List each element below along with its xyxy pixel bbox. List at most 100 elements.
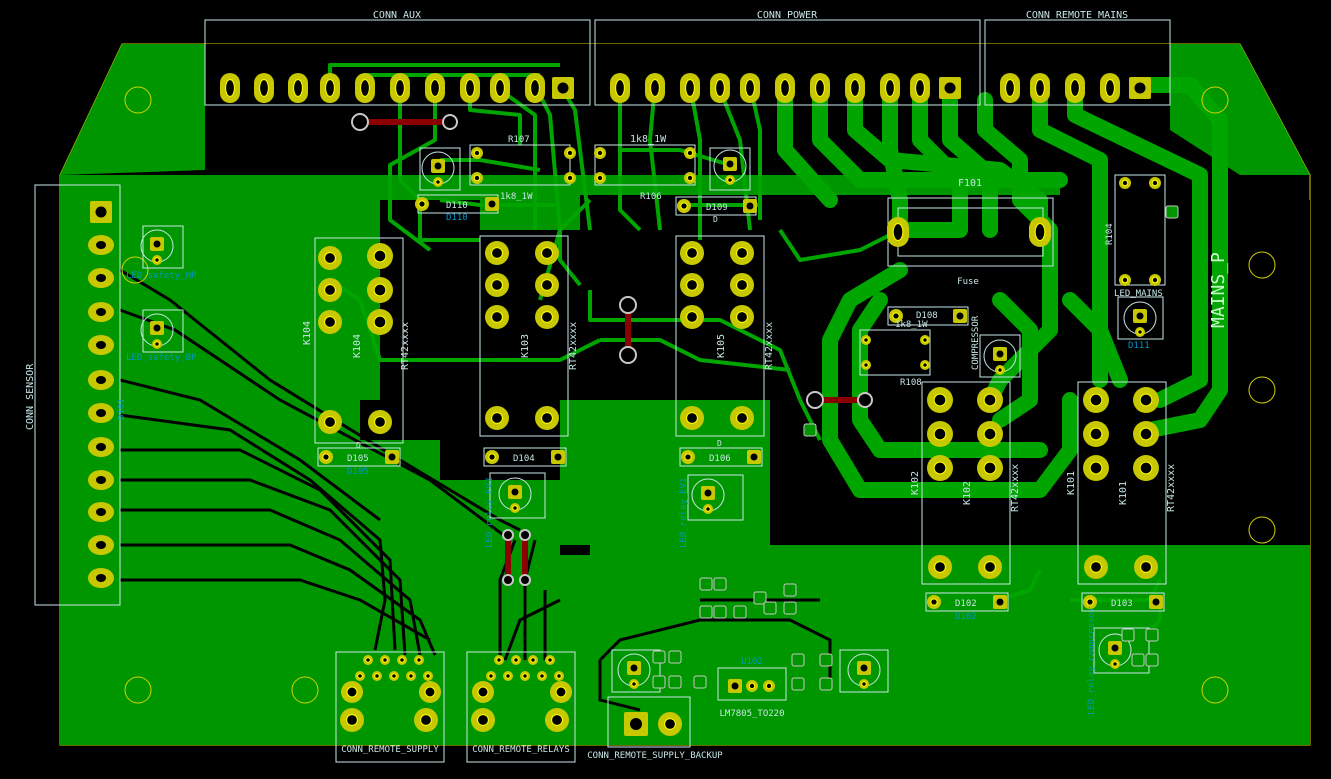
led-mains-cathode [1135, 327, 1145, 337]
led-supply-anode-drill [630, 664, 638, 672]
k101-pad-drill [1089, 461, 1103, 475]
smd-pad-copper [652, 650, 666, 664]
supply-shield-drill [424, 686, 436, 698]
diode-pad-drill [488, 453, 496, 461]
smd-pad [1131, 653, 1145, 667]
diode-pad-drill [680, 202, 688, 210]
k104-pad [367, 277, 393, 303]
sensor-pad [88, 268, 114, 288]
power-pad [740, 73, 760, 103]
smd-pad [668, 675, 682, 689]
led-relay-ev1-cathode [703, 504, 713, 514]
fuse-pad-drill [1034, 223, 1046, 241]
backup-pad [658, 712, 682, 736]
diode-pad-drill [1152, 598, 1160, 606]
smd-pad [783, 583, 797, 597]
d-label-2: D [717, 439, 722, 448]
conn-remote-relays-label: CONN_REMOTE_RELAYS [472, 745, 570, 755]
k101-ref: K101 [1066, 471, 1077, 495]
k102-pad [928, 555, 952, 579]
k101-pad-drill [1139, 427, 1153, 441]
sensor-pad-drill [96, 574, 106, 582]
k105-pad [730, 273, 754, 297]
led-safety-hp-cathode [152, 255, 162, 265]
smd-pad [1121, 628, 1135, 642]
remote-mains-pad-drill [1070, 79, 1080, 97]
power-pad-drill [780, 79, 790, 97]
k101-pad [1133, 455, 1159, 481]
resistor-pad [684, 172, 696, 184]
reg-pad [746, 680, 758, 692]
relays-pin [503, 671, 513, 681]
diode-pad [993, 595, 1007, 609]
smd-pad-copper [783, 601, 797, 615]
led-d113-anode-drill [726, 160, 734, 168]
led-d113-anode [723, 157, 737, 171]
k104-ref: K104 [302, 321, 313, 345]
k102-ref: K102 [910, 471, 921, 495]
diode-pad-drill [554, 453, 562, 461]
resistor-pad-drill [1121, 179, 1129, 187]
aux-pad [320, 73, 340, 103]
k102-value: K102 [962, 481, 973, 505]
smd-pad [693, 675, 707, 689]
supply-pin-drill [365, 657, 371, 663]
sensor-pad-drill [95, 206, 107, 218]
k103-pad [535, 273, 559, 297]
diode-pad-drill [418, 200, 426, 208]
diode-pad-drill [1086, 598, 1094, 606]
resistor-pad [471, 147, 483, 159]
k105-pad-drill [736, 279, 748, 291]
k105-pad [680, 305, 704, 329]
relays-pin-drill [522, 673, 528, 679]
smd-pad-copper [783, 583, 797, 597]
resistor-pad-drill [473, 149, 481, 157]
supply-shield [341, 681, 363, 703]
smd-pad [763, 601, 777, 615]
d101-label: D101 [117, 398, 127, 420]
sensor-pad-drill [96, 476, 106, 484]
k101-pad [1133, 387, 1159, 413]
power-pad [939, 77, 961, 99]
relays-pin [537, 671, 547, 681]
d106-label: D106 [709, 454, 731, 464]
k101-pad [1134, 555, 1158, 579]
power-pad-drill [715, 79, 725, 97]
led-safety-bp-label: LED_safety_BP [126, 353, 197, 363]
k102-pad-drill [983, 427, 997, 441]
diode-pad [485, 450, 499, 464]
smd-pad-copper [693, 675, 707, 689]
resistor-pad-drill [1151, 179, 1159, 187]
led-mains-anode [1133, 309, 1147, 323]
k103-pad-drill [541, 279, 553, 291]
led-d112-cathode [433, 177, 443, 187]
k104-pad [318, 410, 342, 434]
led-mains-anode-drill [1136, 312, 1144, 320]
k103-pad-drill [541, 311, 553, 323]
fuse-pad [1029, 217, 1051, 247]
k101-pad-drill [1090, 561, 1102, 573]
sensor-pad [88, 302, 114, 322]
k104-pad [318, 310, 342, 334]
k103-type: RT42xxxx [568, 322, 579, 370]
k103-pad [485, 273, 509, 297]
led-relay-ev1-anode-drill [704, 489, 712, 497]
supply-mount [340, 708, 364, 732]
r107-label: R107 [508, 135, 530, 145]
relays-pin [520, 671, 530, 681]
r107-value: 1k8_1W [500, 192, 533, 202]
led-compressor-anode-drill [996, 350, 1004, 358]
supply-pin [380, 655, 390, 665]
relays-pin-drill [539, 673, 545, 679]
led-relay-compressor-anode-drill [1111, 644, 1119, 652]
led-relay-ev2-cathode-drill [512, 505, 518, 511]
diode-pad [927, 595, 941, 609]
k105-pad-drill [686, 412, 698, 424]
led-relay-ev1-anode [701, 486, 715, 500]
k104-pad-drill [374, 416, 386, 428]
resistor-pad [564, 172, 576, 184]
led-d112-cathode-drill [435, 179, 441, 185]
aux-pad-drill [325, 79, 335, 97]
power-pad-drill [615, 79, 625, 97]
led-safety-hp-cathode-drill [154, 257, 160, 263]
